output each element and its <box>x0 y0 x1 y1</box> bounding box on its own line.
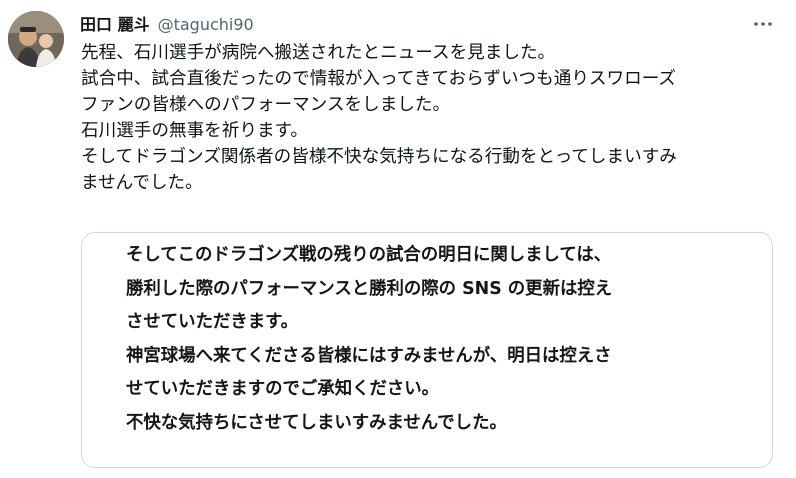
author-name[interactable]: 田口 麗斗 <box>80 15 150 35</box>
tweet: 田口 麗斗 @taguchi90 先程、石川選手が病院へ搬送されたとニュースを見… <box>0 0 796 478</box>
tweet-text: 先程、石川選手が病院へ搬送されたとニュースを見ました。 試合中、試合直後だったの… <box>81 40 781 196</box>
more-dots-graphic <box>754 22 772 26</box>
tweet-text-line: 試合中、試合直後だったので情報が入ってきておらずいつも通りスワローズ <box>81 69 677 89</box>
image-text-line: させていただきます。 <box>126 312 299 332</box>
tweet-header: 田口 麗斗 @taguchi90 <box>80 14 254 36</box>
tweet-text-line: ませんでした。 <box>81 173 203 193</box>
attached-image[interactable]: そしてこのドラゴンズ戦の残りの試合の明日に関しましては、 勝利した際のパフォーマ… <box>81 232 773 468</box>
image-text-line: せていただきますのでご承知ください。 <box>126 379 440 399</box>
tweet-text-line: 石川選手の無事を祈ります。 <box>81 121 308 141</box>
image-text-line: 神宮球場へ来てくださる皆様にはすみませんが、明日は控えさ <box>126 345 612 366</box>
tweet-text-line: そしてドラゴンズ関係者の皆様不快な気持ちになる行動をとってしまいすみ <box>81 147 677 167</box>
image-text-line: 勝利した際のパフォーマンスと勝利の際の SNS の更新は控え <box>126 278 613 299</box>
image-text-line: そしてこのドラゴンズ戦の残りの試合の明日に関しましては、 <box>126 245 612 265</box>
avatar-photo <box>8 11 64 67</box>
more-horizontal-icon[interactable] <box>750 14 776 34</box>
tweet-text-line: 先程、石川選手が病院へ搬送されたとニュースを見ました。 <box>81 43 556 63</box>
avatar[interactable] <box>8 11 64 67</box>
attached-image-text: そしてこのドラゴンズ戦の残りの試合の明日に関しましては、 勝利した際のパフォーマ… <box>126 239 612 440</box>
tweet-text-line: ファンの皆様へのパフォーマンスをしました。 <box>81 95 451 115</box>
author-handle[interactable]: @taguchi90 <box>158 15 254 35</box>
image-text-line: 不快な気持ちにさせてしまいすみませんでした。 <box>126 412 507 433</box>
